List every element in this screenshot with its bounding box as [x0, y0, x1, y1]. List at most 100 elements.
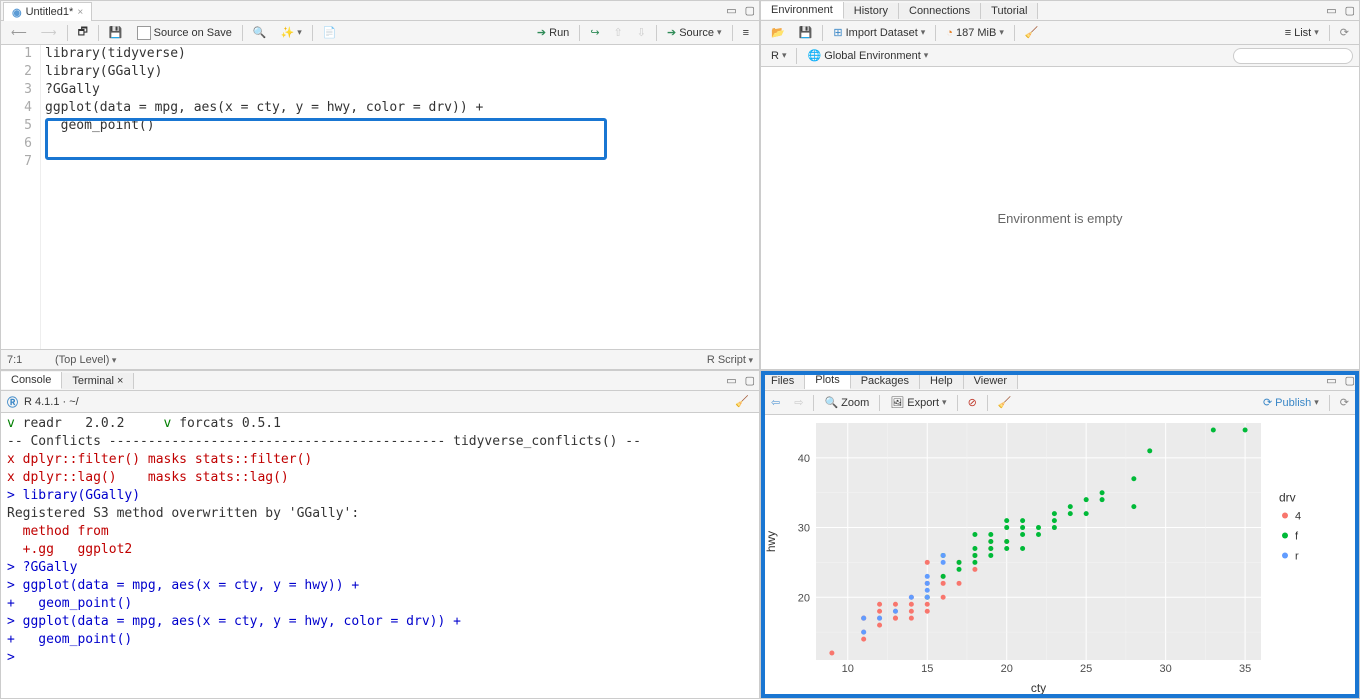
code-line: library(tidyverse) [45, 45, 759, 63]
source-on-save-label: Source on Save [154, 27, 232, 39]
r-file-icon: ◉ [12, 6, 22, 19]
env-tabbar: Environment History Connections Tutorial… [761, 1, 1359, 21]
minimize-icon[interactable]: ▭ [1322, 4, 1340, 17]
next-plot-icon[interactable]: ⇨ [790, 395, 807, 410]
plots-toolbar: ⇦ ⇨ 🔍 Zoom 🖼 Export ⊘ 🧹 ⟳ Publish ⟳ [761, 391, 1359, 415]
source-label: Source [679, 27, 714, 39]
svg-text:f: f [1295, 531, 1299, 543]
line-gutter: 1 2 3 4 5 6 7 [1, 45, 41, 349]
scope-selector[interactable]: (Top Level) [55, 354, 116, 366]
refresh-plot-icon[interactable]: ⟳ [1336, 395, 1353, 410]
tab-tutorial[interactable]: Tutorial [981, 3, 1038, 19]
separator [987, 395, 988, 411]
tab-console[interactable]: Console [1, 372, 62, 389]
line-number: 6 [1, 135, 32, 153]
run-button[interactable]: ➔Run [533, 25, 573, 40]
source-arrow-icon: ➔ [667, 26, 676, 39]
file-type-selector[interactable]: R Script [707, 354, 753, 366]
go-up-icon[interactable]: ⇧ [610, 25, 627, 40]
tab-files[interactable]: Files [761, 373, 805, 389]
back-icon[interactable]: ⟵ [7, 25, 31, 40]
code-body[interactable]: library(tidyverse)library(GGally)?GGally… [41, 45, 759, 349]
svg-text:30: 30 [1160, 663, 1172, 675]
env-search-input[interactable] [1233, 48, 1353, 64]
svg-text:20: 20 [798, 592, 810, 604]
tab-environment[interactable]: Environment [761, 2, 844, 19]
separator [98, 25, 99, 41]
console-pane: Console Terminal × ▭ ▢ Ⓡ R 4.1.1 · ~/ 🧹 … [0, 370, 760, 699]
console-tabbar: Console Terminal × ▭ ▢ [1, 371, 759, 391]
tab-terminal[interactable]: Terminal × [62, 373, 134, 389]
tab-connections[interactable]: Connections [899, 3, 981, 19]
console-wd[interactable]: R 4.1.1 · ~/ [24, 396, 79, 408]
run-arrow-icon: ➔ [537, 26, 546, 39]
close-tab-icon[interactable]: × [77, 7, 83, 18]
export-button[interactable]: 🖼 Export [886, 395, 950, 410]
separator [312, 25, 313, 41]
clear-plots-icon[interactable]: 🧹 [994, 395, 1016, 410]
scatter-plot: 101520253035203040ctyhwydrv4fr [761, 415, 1351, 698]
prev-plot-icon[interactable]: ⇦ [767, 395, 784, 410]
plots-pane: Files Plots Packages Help Viewer ▭ ▢ ⇦ ⇨… [760, 370, 1360, 699]
clear-console-icon[interactable]: 🧹 [731, 394, 753, 409]
clear-workspace-icon[interactable]: 🧹 [1021, 25, 1043, 40]
save-workspace-icon[interactable]: 💾 [795, 25, 817, 40]
maximize-icon[interactable]: ▢ [1341, 374, 1359, 387]
refresh-icon[interactable]: ⟳ [1336, 25, 1353, 40]
tab-viewer[interactable]: Viewer [964, 373, 1018, 389]
console-output[interactable]: v readr 2.0.2 v forcats 0.5.1-- Conflict… [1, 413, 759, 698]
maximize-icon[interactable]: ▢ [1341, 4, 1359, 17]
maximize-icon[interactable]: ▢ [741, 374, 759, 387]
svg-text:30: 30 [798, 523, 810, 535]
svg-text:40: 40 [798, 453, 810, 465]
minimize-icon[interactable]: ▭ [1322, 374, 1340, 387]
forward-icon[interactable]: ⟶ [37, 25, 61, 40]
r-logo-icon: Ⓡ [7, 394, 18, 410]
source-tab[interactable]: ◉ Untitled1* × [3, 2, 92, 21]
r-selector[interactable]: R [767, 49, 790, 63]
re-run-icon[interactable]: ↪ [586, 25, 603, 40]
outline-icon[interactable]: ≡ [739, 26, 753, 40]
env-empty-text: Environment is empty [998, 211, 1123, 226]
tab-packages[interactable]: Packages [851, 373, 920, 389]
source-on-save-checkbox[interactable]: Source on Save [133, 25, 236, 41]
maximize-icon[interactable]: ▢ [741, 4, 759, 17]
remove-plot-icon[interactable]: ⊘ [964, 395, 981, 410]
separator [656, 25, 657, 41]
scope-selector[interactable]: 🌐 Global Environment [803, 48, 932, 63]
code-editor[interactable]: 1 2 3 4 5 6 7 library(tidyverse)library(… [1, 45, 759, 349]
svg-text:r: r [1295, 551, 1299, 563]
go-down-icon[interactable]: ⇩ [633, 25, 650, 40]
separator [879, 395, 880, 411]
load-workspace-icon[interactable]: 📂 [767, 25, 789, 40]
code-line: ggplot(data = mpg, aes(x = cty, y = hwy,… [45, 99, 759, 117]
separator [1329, 395, 1330, 411]
tab-history[interactable]: History [844, 3, 899, 19]
save-icon[interactable]: 💾 [105, 25, 127, 40]
separator [957, 395, 958, 411]
code-line: geom_point() [45, 117, 759, 135]
source-button[interactable]: ➔Source [663, 25, 726, 40]
find-icon[interactable]: 🔍 [249, 25, 271, 40]
minimize-icon[interactable]: ▭ [722, 4, 740, 17]
svg-text:cty: cty [1031, 681, 1046, 695]
minimize-icon[interactable]: ▭ [722, 374, 740, 387]
tab-plots[interactable]: Plots [805, 372, 850, 389]
separator [935, 25, 936, 41]
code-tools-icon[interactable]: ✨ [277, 25, 306, 40]
show-in-new-window-icon[interactable]: 🗗 [74, 22, 92, 43]
code-line: library(GGally) [45, 63, 759, 81]
view-mode-selector[interactable]: ≡ List [1281, 26, 1323, 40]
compile-report-icon[interactable]: 📄 [319, 25, 341, 40]
tab-help[interactable]: Help [920, 373, 964, 389]
line-number: 3 [1, 81, 32, 99]
cursor-position: 7:1 [7, 354, 55, 366]
publish-button[interactable]: ⟳ Publish [1259, 395, 1323, 410]
svg-text:drv: drv [1279, 491, 1296, 505]
memory-usage[interactable]: ◔ 187 MiB [942, 26, 1008, 40]
separator [1014, 25, 1015, 41]
zoom-button[interactable]: 🔍 Zoom [820, 395, 873, 410]
scope-label: Global Environment [824, 50, 921, 62]
import-dataset-button[interactable]: ⊞ Import Dataset [829, 25, 929, 40]
close-terminal-icon[interactable]: × [117, 375, 123, 387]
